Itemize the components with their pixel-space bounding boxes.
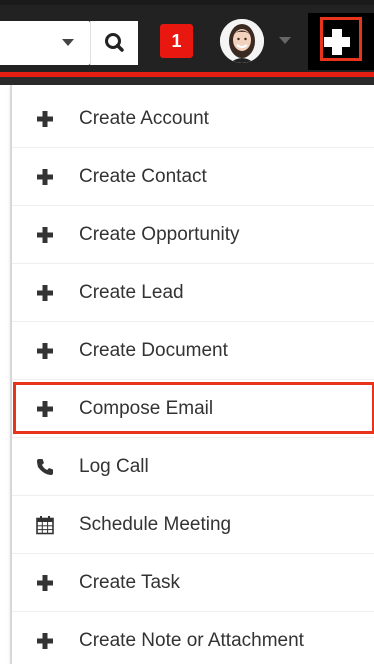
- subnav-bar: [0, 77, 374, 85]
- menu-item-label: Compose Email: [79, 397, 214, 419]
- menu-item-create-task[interactable]: Create Task: [12, 554, 374, 612]
- user-avatar[interactable]: [220, 19, 264, 63]
- menu-item-label: Create Account: [79, 107, 209, 129]
- menu-item-create-contact[interactable]: Create Contact: [12, 148, 374, 206]
- search-input[interactable]: [0, 21, 90, 65]
- plus-icon: [35, 399, 55, 419]
- avatar-photo-icon: [220, 19, 264, 63]
- menu-item-compose-email[interactable]: Compose Email: [12, 380, 374, 438]
- menu-item-log-call[interactable]: Log Call: [12, 438, 374, 496]
- plus-icon: [35, 283, 55, 303]
- menu-item-create-account[interactable]: Create Account: [12, 90, 374, 148]
- plus-icon: [35, 109, 55, 129]
- menu-item-create-document[interactable]: Create Document: [12, 322, 374, 380]
- menu-item-label: Log Call: [79, 455, 149, 477]
- page: 1 Create Account Create Contact Create O…: [0, 0, 374, 664]
- search-button[interactable]: [90, 21, 138, 65]
- search-icon: [105, 33, 124, 52]
- menu-item-label: Create Note or Attachment: [79, 629, 304, 651]
- quick-create-menu: Create Account Create Contact Create Opp…: [11, 85, 374, 664]
- menu-item-create-opportunity[interactable]: Create Opportunity: [12, 206, 374, 264]
- calendar-icon: [35, 515, 55, 535]
- plus-icon: [35, 225, 55, 245]
- top-navigation-bar: 1: [0, 0, 374, 75]
- menu-item-label: Schedule Meeting: [79, 513, 232, 535]
- menu-item-label: Create Task: [79, 571, 181, 593]
- menu-item-label: Create Opportunity: [79, 223, 240, 245]
- menu-item-create-note-or-attachment[interactable]: Create Note or Attachment: [12, 612, 374, 664]
- plus-icon: [35, 573, 55, 593]
- background-page-sliver: [0, 85, 11, 664]
- plus-icon: [35, 341, 55, 361]
- menu-item-schedule-meeting[interactable]: Schedule Meeting: [12, 496, 374, 554]
- phone-icon: [35, 457, 55, 477]
- menu-item-label: Create Lead: [79, 281, 184, 303]
- quick-create-highlight: [320, 17, 362, 61]
- menu-item-create-lead[interactable]: Create Lead: [12, 264, 374, 322]
- user-menu-chevron-down-icon[interactable]: [279, 37, 291, 44]
- topbar-edge: [0, 0, 374, 5]
- search-module-dropdown-icon[interactable]: [62, 39, 74, 46]
- menu-item-label: Create Document: [79, 339, 228, 361]
- menu-item-label: Create Contact: [79, 165, 207, 187]
- plus-icon: [35, 631, 55, 651]
- notification-badge[interactable]: 1: [160, 24, 193, 58]
- plus-icon: [35, 167, 55, 187]
